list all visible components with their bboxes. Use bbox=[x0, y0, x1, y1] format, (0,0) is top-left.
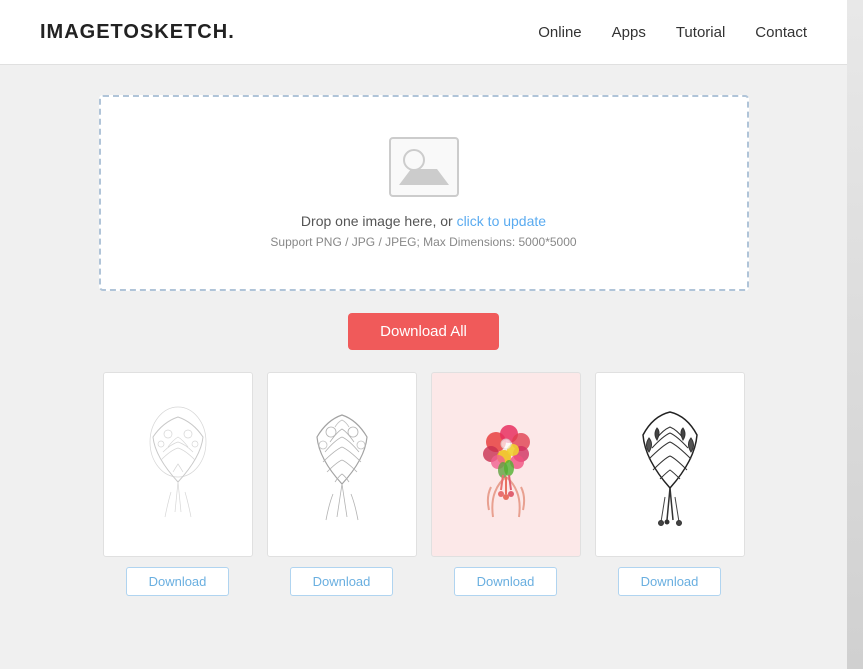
download-button-2[interactable]: Download bbox=[290, 567, 394, 596]
download-all-wrapper: Download All bbox=[99, 313, 749, 350]
download-button-3[interactable]: Download bbox=[454, 567, 558, 596]
gallery-item: Download bbox=[103, 372, 253, 596]
gallery-item: Download bbox=[431, 372, 581, 596]
nav: Online Apps Tutorial Contact bbox=[538, 24, 807, 41]
download-button-1[interactable]: Download bbox=[126, 567, 230, 596]
gallery-image-box-highlighted bbox=[431, 372, 581, 557]
support-text: Support PNG / JPG / JPEG; Max Dimensions… bbox=[270, 235, 576, 249]
gallery-image-box bbox=[103, 372, 253, 557]
gallery-item: Download bbox=[595, 372, 745, 596]
header: IMAGETOSKETCH. Online Apps Tutorial Cont… bbox=[0, 0, 847, 65]
main-content: Drop one image here, or click to update … bbox=[59, 65, 789, 616]
download-button-4[interactable]: Download bbox=[618, 567, 722, 596]
scrollbar[interactable] bbox=[847, 0, 863, 669]
sketch-image-3 bbox=[441, 382, 571, 547]
sketch-image-2 bbox=[277, 382, 407, 547]
nav-online[interactable]: Online bbox=[538, 24, 581, 41]
nav-apps[interactable]: Apps bbox=[612, 24, 646, 41]
drop-text: Drop one image here, or click to update bbox=[301, 213, 546, 229]
gallery: Download bbox=[99, 372, 749, 596]
download-all-button[interactable]: Download All bbox=[348, 313, 499, 350]
gallery-image-box bbox=[267, 372, 417, 557]
gallery-image-box bbox=[595, 372, 745, 557]
logo: IMAGETOSKETCH. bbox=[40, 21, 235, 44]
click-to-update-link[interactable]: click to update bbox=[457, 213, 547, 229]
sketch-image-4 bbox=[605, 382, 735, 547]
nav-contact[interactable]: Contact bbox=[755, 24, 807, 41]
dropzone[interactable]: Drop one image here, or click to update … bbox=[99, 95, 749, 291]
gallery-item: Download bbox=[267, 372, 417, 596]
image-placeholder-icon bbox=[389, 137, 459, 197]
sketch-image-1 bbox=[113, 382, 243, 547]
nav-tutorial[interactable]: Tutorial bbox=[676, 24, 725, 41]
